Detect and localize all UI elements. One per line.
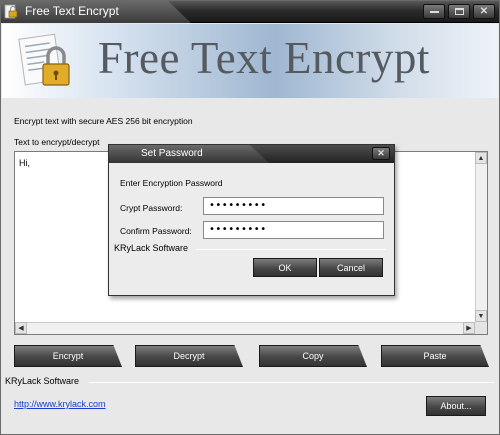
paste-button[interactable]: Paste [381, 345, 489, 367]
banner-title: Free Text Encrypt [98, 33, 430, 83]
window-title: Free Text Encrypt [25, 4, 119, 18]
subtitle: Encrypt text with secure AES 256 bit enc… [14, 116, 193, 126]
dialog-header: Enter Encryption Password [120, 178, 223, 188]
decrypt-button[interactable]: Decrypt [135, 345, 243, 367]
vertical-scrollbar[interactable]: ▲ ▼ [475, 152, 487, 322]
dialog-close-button[interactable]: ✕ [372, 147, 390, 160]
copy-button[interactable]: Copy [259, 345, 367, 367]
about-button[interactable]: About... [426, 396, 486, 416]
dialog-title: Set Password [141, 148, 203, 159]
lock-document-icon [18, 33, 70, 86]
main-window: Free Text Encrypt ✕ Free Text Encrypt En… [0, 0, 500, 435]
group-label: KRyLack Software [5, 376, 80, 386]
close-icon: ✕ [479, 5, 489, 17]
crypt-password-label: Crypt Password: [120, 203, 183, 213]
dialog-group-label: KRyLack Software [114, 243, 189, 253]
ok-button[interactable]: OK [253, 258, 317, 277]
scroll-up-icon[interactable]: ▲ [475, 152, 487, 164]
close-icon: ✕ [377, 148, 385, 158]
scrollbar-corner [475, 322, 487, 334]
textarea-content: Hi, [19, 158, 30, 168]
close-button[interactable]: ✕ [473, 4, 495, 19]
confirm-password-label: Confirm Password: [120, 226, 192, 236]
cancel-button[interactable]: Cancel [319, 258, 383, 277]
crypt-password-input[interactable]: ••••••••• [203, 197, 384, 215]
scroll-left-icon[interactable]: ◀ [15, 322, 27, 334]
maximize-button[interactable] [448, 4, 470, 19]
encrypt-button[interactable]: Encrypt [14, 345, 122, 367]
maximize-icon [454, 8, 464, 15]
website-link[interactable]: http://www.krylack.com [14, 399, 106, 409]
horizontal-scrollbar[interactable]: ◀ ▶ [15, 322, 475, 334]
divider [89, 382, 494, 383]
dialog-title-bar[interactable]: Set Password ✕ [109, 145, 394, 163]
textarea-label: Text to encrypt/decrypt [14, 137, 100, 147]
set-password-dialog: Set Password ✕ Enter Encryption Password… [108, 144, 395, 296]
title-bar[interactable]: Free Text Encrypt ✕ [1, 1, 499, 23]
scroll-down-icon[interactable]: ▼ [475, 310, 487, 322]
minimize-icon [429, 10, 439, 13]
confirm-password-input[interactable]: ••••••••• [203, 221, 384, 239]
minimize-button[interactable] [423, 4, 445, 19]
banner: Free Text Encrypt [2, 24, 498, 98]
app-icon [4, 4, 18, 19]
scroll-right-icon[interactable]: ▶ [463, 322, 475, 334]
dialog-divider [196, 249, 386, 250]
